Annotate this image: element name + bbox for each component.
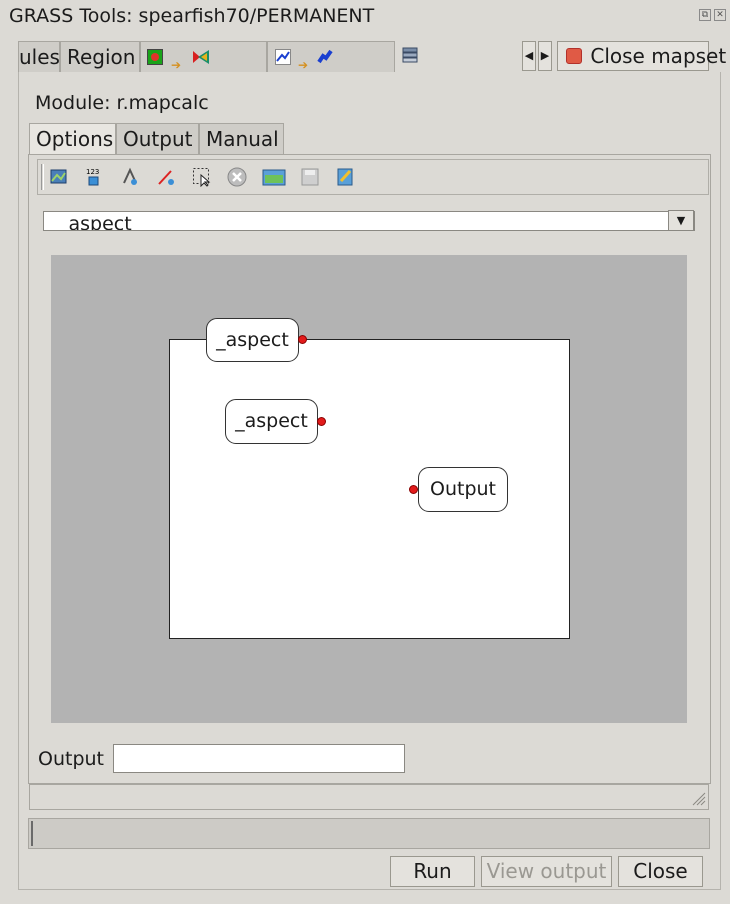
tab-region[interactable]: Region [60, 41, 140, 73]
tab-output-label: Output [123, 127, 193, 151]
tab-scroll-right-button[interactable]: ▶ [538, 41, 552, 71]
status-bar [29, 784, 709, 810]
tab-options[interactable]: Options [29, 123, 116, 155]
tab-raster-to-vector[interactable]: ➔ [140, 41, 267, 73]
output-handle[interactable] [298, 335, 307, 344]
toolbar-grip[interactable] [41, 164, 44, 190]
arrow-icon: ➔ [171, 58, 182, 72]
tab-manual[interactable]: Manual [199, 123, 284, 155]
view-output-button-label: View output [486, 859, 607, 883]
output-field[interactable] [113, 744, 405, 773]
expression-combo[interactable]: _aspect [43, 211, 695, 231]
expression-combo-value: _aspect [59, 213, 132, 231]
tab-options-label: Options [36, 127, 114, 151]
close-button[interactable]: Close [618, 856, 703, 887]
select-icon[interactable] [192, 167, 212, 187]
add-relation-icon[interactable] [156, 167, 176, 187]
add-function-icon[interactable] [120, 167, 140, 187]
output-label: Output [38, 748, 104, 770]
title-bar: GRASS Tools: spearfish70/PERMANENT ⧉ ✕ [0, 0, 730, 32]
tab-output[interactable]: Output [116, 123, 199, 155]
canvas-node-label: _aspect [216, 329, 289, 351]
resize-grip-icon[interactable] [692, 792, 706, 806]
window-title: GRASS Tools: spearfish70/PERMANENT [9, 5, 375, 27]
close-mapset-button[interactable]: Close mapset [557, 41, 726, 71]
layers-icon[interactable] [401, 45, 419, 63]
combo-dropdown-button[interactable]: ▼ [668, 210, 694, 231]
canvas-node-label: _aspect [235, 410, 308, 432]
output-handle[interactable] [317, 417, 326, 426]
canvas-node[interactable]: _aspect [206, 318, 299, 362]
power-icon [566, 48, 582, 64]
raster-line-icon [317, 49, 333, 64]
canvas-node[interactable]: Output [418, 467, 508, 512]
close-icon[interactable]: ✕ [714, 9, 726, 21]
tab-vector-to-raster[interactable]: ➔ [267, 41, 395, 73]
run-button-label: Run [413, 859, 452, 883]
open-icon[interactable] [262, 167, 286, 187]
tab-scroll-left-button[interactable]: ◀ [522, 41, 536, 71]
svg-text:123: 123 [86, 168, 99, 176]
arrow-icon: ➔ [298, 58, 309, 72]
edit-icon[interactable] [335, 167, 355, 187]
delete-icon[interactable] [227, 167, 247, 187]
canvas-node[interactable]: _aspect [225, 399, 318, 444]
expression-box[interactable] [169, 339, 570, 639]
progress-bar [28, 818, 710, 849]
save-icon[interactable] [300, 167, 320, 187]
input-handle[interactable] [409, 485, 418, 494]
add-map-icon[interactable] [49, 167, 69, 187]
vector-line-icon [275, 49, 291, 65]
tab-modules[interactable]: ules [18, 41, 60, 73]
float-icon[interactable]: ⧉ [699, 9, 711, 21]
progress-fill [31, 821, 33, 846]
module-name: Module: r.mapcalc [35, 92, 209, 114]
tab-manual-label: Manual [206, 127, 279, 151]
view-output-button[interactable]: View output [481, 856, 612, 887]
vector-icon [193, 50, 209, 64]
run-button[interactable]: Run [390, 856, 475, 887]
add-constant-icon[interactable]: 123 [84, 167, 104, 187]
close-button-label: Close [633, 859, 688, 883]
canvas-node-label: Output [430, 478, 496, 500]
close-mapset-label: Close mapset [590, 44, 727, 68]
tab-modules-label: ules [19, 45, 60, 69]
raster-icon [147, 49, 163, 65]
tab-region-label: Region [67, 45, 136, 69]
